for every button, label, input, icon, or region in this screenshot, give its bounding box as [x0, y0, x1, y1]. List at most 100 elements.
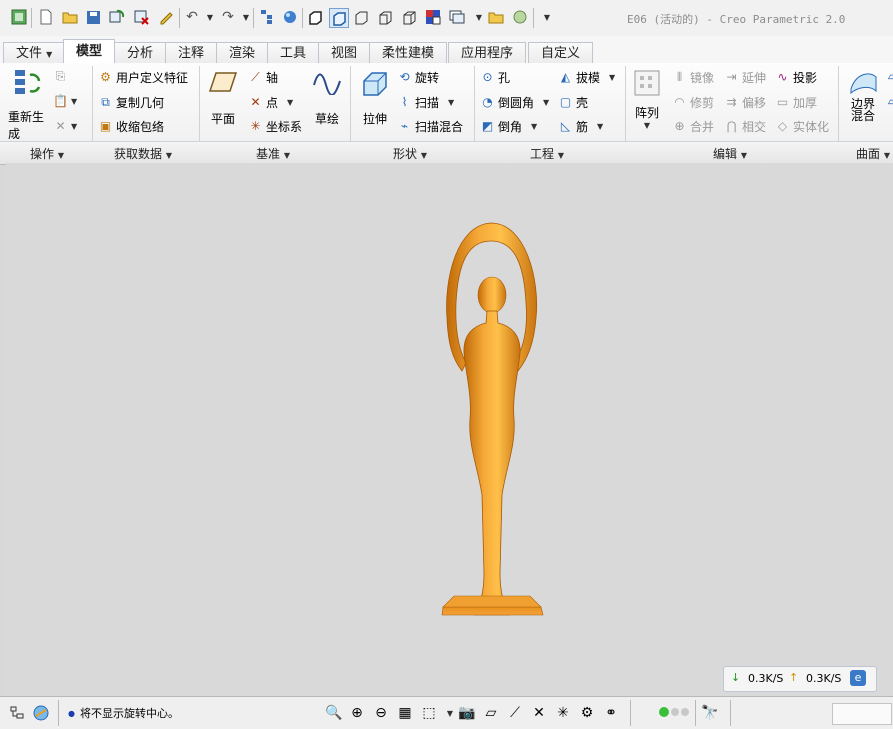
- solidify-button[interactable]: ◇ 实体化: [775, 118, 829, 135]
- no-hidden-icon[interactable]: [376, 8, 394, 26]
- ribbon-tabs: 文件 ▼ 模型 分析 注释 渲染 工具 视图 柔性建模 应用程序 自定义: [0, 36, 893, 64]
- tab-flexible-modeling[interactable]: 柔性建模: [369, 42, 448, 63]
- zoom-fit-icon[interactable]: 🔍: [324, 703, 344, 723]
- undo-icon[interactable]: ↶: [183, 8, 201, 26]
- open-folder-icon[interactable]: [61, 8, 79, 26]
- tab-analysis[interactable]: 分析: [114, 42, 167, 63]
- repaint-icon[interactable]: ▦: [395, 703, 415, 723]
- datum-points-display-icon[interactable]: ✕: [529, 703, 549, 723]
- shell-button[interactable]: ▢ 壳: [558, 94, 588, 111]
- hidden-line-icon[interactable]: [352, 8, 370, 26]
- status-light-icon[interactable]: [511, 8, 529, 26]
- find-binoculars-icon[interactable]: 🔭: [700, 703, 720, 723]
- shading-edges-icon[interactable]: [329, 8, 349, 28]
- tab-view[interactable]: 视图: [318, 42, 371, 63]
- swept-blend-button[interactable]: ⌁ 扫描混合: [397, 118, 463, 135]
- folder-star-icon[interactable]: [487, 8, 505, 26]
- windows-icon[interactable]: [448, 8, 466, 26]
- sweep-icon: ⌇: [401, 95, 408, 109]
- axis-button[interactable]: ⟋ 轴: [248, 69, 278, 86]
- tab-tools[interactable]: 工具: [267, 42, 320, 63]
- group-engineering[interactable]: 工程 ▼: [530, 145, 564, 162]
- point-button[interactable]: ✕ 点 ▼: [248, 94, 293, 111]
- boundary-blend-button[interactable]: 边界混合: [846, 69, 880, 122]
- spin-center-icon[interactable]: ⚭: [601, 703, 621, 723]
- trim-button[interactable]: ◠ 修剪: [672, 94, 714, 111]
- intersect-button[interactable]: ⋂ 相交: [724, 118, 766, 135]
- group-get-data[interactable]: 获取数据 ▼: [114, 145, 172, 162]
- datum-planes-display-icon[interactable]: ▱: [481, 703, 501, 723]
- browser-toggle-icon[interactable]: [31, 703, 51, 723]
- merge-button[interactable]: ⊕ 合并: [672, 118, 714, 135]
- copy-geometry-button[interactable]: ⧉ 复制几何: [98, 94, 164, 111]
- sketch-button[interactable]: 草绘: [310, 71, 344, 127]
- copy-icon[interactable]: ⎘: [53, 69, 68, 84]
- user-defined-feature-button[interactable]: ⚙ 用户定义特征: [98, 69, 188, 86]
- regenerate-button[interactable]: 重新生成 ▼: [8, 67, 46, 151]
- surface-tool-2-icon[interactable]: ▱: [885, 94, 893, 109]
- group-operations[interactable]: 操作 ▼: [30, 145, 64, 162]
- app-logo-icon[interactable]: [10, 8, 28, 26]
- shrinkwrap-icon: ▣: [99, 119, 112, 133]
- csys-icon: ✳: [250, 119, 261, 133]
- regenerate-quick-icon[interactable]: [108, 8, 126, 26]
- project-button[interactable]: ∿ 投影: [775, 69, 817, 86]
- undo-dropdown-icon[interactable]: ▼: [201, 8, 219, 26]
- csys-button[interactable]: ✳ 坐标系: [248, 118, 302, 135]
- datum-axes-display-icon[interactable]: ⟋: [505, 703, 525, 723]
- rib-button[interactable]: ◺ 筋 ▼: [558, 118, 603, 135]
- graphics-window[interactable]: [6, 163, 893, 696]
- pattern-button[interactable]: 阵列 ▼: [632, 69, 662, 130]
- view-manager-icon[interactable]: 📷: [457, 703, 477, 723]
- selection-filter-dropdown[interactable]: [832, 703, 892, 725]
- appearance-icon[interactable]: [281, 8, 299, 26]
- draft-button[interactable]: ◭ 拔模 ▼: [558, 69, 615, 86]
- group-shape[interactable]: 形状 ▼: [393, 145, 427, 162]
- extrude-button[interactable]: 拉伸: [358, 69, 392, 127]
- revolve-button[interactable]: ⟲ 旋转: [397, 69, 439, 86]
- tab-model[interactable]: 模型: [63, 39, 116, 64]
- axis-icon: ⟋: [251, 70, 260, 84]
- tab-customize[interactable]: 自定义: [528, 42, 594, 63]
- edit-icon[interactable]: [157, 8, 175, 26]
- annotation-display-icon[interactable]: ⚙: [577, 703, 597, 723]
- saved-views-icon[interactable]: ⬚: [419, 703, 439, 723]
- zoom-out-icon[interactable]: ⊖: [371, 703, 391, 723]
- shrinkwrap-button[interactable]: ▣ 收缩包络: [98, 118, 164, 135]
- thicken-button[interactable]: ▭ 加厚: [775, 94, 817, 111]
- shading-icon[interactable]: [306, 8, 324, 26]
- redo-icon[interactable]: ↷: [219, 8, 237, 26]
- chamfer-button[interactable]: ◩ 倒角 ▼: [480, 118, 537, 135]
- tab-file[interactable]: 文件 ▼: [3, 42, 66, 63]
- mirror-button[interactable]: ⫴ 镜像: [672, 69, 714, 86]
- hole-button[interactable]: ⊙ 孔: [480, 69, 510, 86]
- statue-model[interactable]: [6, 163, 893, 696]
- delete-button[interactable]: ✕ ▼: [53, 119, 77, 134]
- display-style-icon[interactable]: [424, 8, 442, 26]
- wireframe-icon[interactable]: [400, 8, 418, 26]
- close-window-icon[interactable]: [133, 8, 151, 26]
- group-editing[interactable]: 编辑 ▼: [713, 145, 747, 162]
- paste-button[interactable]: 📋 ▼: [53, 94, 77, 109]
- csys-display-icon[interactable]: ✳: [553, 703, 573, 723]
- round-button[interactable]: ◔ 倒圆角 ▼: [480, 94, 549, 111]
- sweep-button[interactable]: ⌇ 扫描 ▼: [397, 94, 455, 111]
- customize-qat-icon[interactable]: ▼: [538, 8, 556, 26]
- tab-annotate[interactable]: 注释: [165, 42, 218, 63]
- group-surfaces[interactable]: 曲面 ▼: [856, 145, 890, 162]
- plane-button[interactable]: 平面: [206, 71, 240, 127]
- tab-applications[interactable]: 应用程序: [448, 42, 527, 63]
- extend-button[interactable]: ⇥ 延伸: [724, 69, 766, 86]
- new-file-icon[interactable]: [37, 8, 55, 26]
- round-icon: ◔: [482, 95, 493, 109]
- browser-icon[interactable]: e: [850, 670, 866, 686]
- regen-tree-icon[interactable]: [258, 8, 276, 26]
- zoom-in-icon[interactable]: ⊕: [347, 703, 367, 723]
- offset-button[interactable]: ⇉ 偏移: [724, 94, 766, 111]
- save-icon[interactable]: [84, 8, 102, 26]
- group-datum[interactable]: 基准 ▼: [256, 145, 290, 162]
- model-tree-toggle-icon[interactable]: [7, 703, 27, 723]
- surface-tool-icon[interactable]: ▱: [885, 69, 893, 84]
- tab-render[interactable]: 渲染: [216, 42, 269, 63]
- qat-dropdown-icon[interactable]: ▼: [470, 8, 488, 26]
